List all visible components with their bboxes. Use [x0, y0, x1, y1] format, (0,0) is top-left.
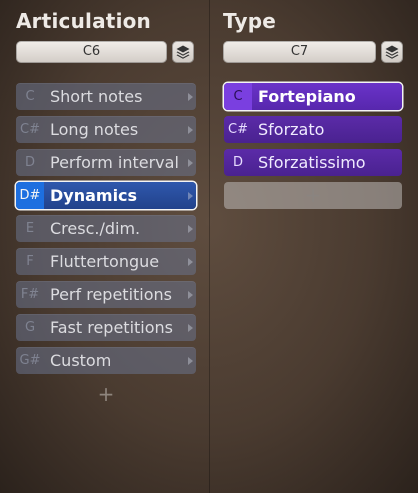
chevron-right-icon: [184, 149, 196, 176]
type-heading: Type: [223, 9, 276, 33]
articulation-add-button[interactable]: +: [94, 384, 118, 404]
item-key: F: [26, 254, 34, 269]
item-label: Dynamics: [50, 186, 138, 205]
type-item[interactable]: C# Sforzato: [224, 116, 402, 143]
articulation-heading: Articulation: [16, 9, 151, 33]
item-key: C#: [20, 122, 40, 137]
item-key: G#: [19, 353, 41, 368]
item-key: F#: [20, 287, 40, 302]
item-key: D: [24, 155, 35, 170]
chevron-right-icon: [184, 281, 196, 308]
chevron-right-icon: [184, 182, 196, 209]
chevron-right-icon: [184, 83, 196, 110]
layers-icon: [176, 45, 190, 59]
item-label: Sforzatissimo: [258, 153, 366, 172]
type-note-field[interactable]: C7: [223, 41, 376, 63]
item-key: E: [25, 221, 35, 236]
chevron-right-icon: [184, 347, 196, 374]
item-label: Perf repetitions: [50, 285, 172, 304]
articulation-note-field[interactable]: C6: [16, 41, 167, 63]
articulation-item[interactable]: G# Custom: [16, 347, 196, 374]
articulation-item[interactable]: C# Long notes: [16, 116, 196, 143]
articulation-item[interactable]: G Fast repetitions: [16, 314, 196, 341]
item-label: Short notes: [50, 87, 143, 106]
chevron-right-icon: [184, 314, 196, 341]
articulation-item[interactable]: C Short notes: [16, 83, 196, 110]
layers-icon: [385, 45, 399, 59]
item-key: C: [224, 83, 252, 110]
articulation-item[interactable]: F# Perf repetitions: [16, 281, 196, 308]
articulation-item[interactable]: F Fluttertongue: [16, 248, 196, 275]
item-key: D: [232, 155, 243, 170]
articulation-item[interactable]: E Cresc./dim.: [16, 215, 196, 242]
item-label: Fortepiano: [258, 87, 356, 106]
chevron-right-icon: [184, 116, 196, 143]
item-label: Sforzato: [258, 120, 325, 139]
articulation-item[interactable]: D Perform interval: [16, 149, 196, 176]
item-key: G: [24, 320, 36, 335]
type-item[interactable]: D Sforzatissimo: [224, 149, 402, 176]
item-label: Fluttertongue: [50, 252, 160, 271]
item-label: Custom: [50, 351, 112, 370]
item-key: D#: [16, 182, 44, 209]
item-key: C#: [228, 122, 248, 137]
type-add-button[interactable]: +: [224, 182, 402, 209]
articulation-panel: Articulation C6 C Short notes C# Long notes…: [0, 0, 209, 493]
articulation-item[interactable]: D# Dynamics: [16, 182, 196, 209]
chevron-right-icon: [184, 248, 196, 275]
type-layers-button[interactable]: [381, 41, 403, 63]
type-panel: Type C7 C Fortepiano C# Sforzato D Sforzatiss…: [210, 0, 418, 493]
item-label: Fast repetitions: [50, 318, 174, 337]
chevron-right-icon: [184, 215, 196, 242]
item-key: C: [25, 89, 35, 104]
item-label: Perform interval: [50, 153, 179, 172]
item-label: Cresc./dim.: [50, 219, 141, 238]
type-item[interactable]: C Fortepiano: [224, 83, 402, 110]
item-label: Long notes: [50, 120, 139, 139]
articulation-layers-button[interactable]: [172, 41, 194, 63]
